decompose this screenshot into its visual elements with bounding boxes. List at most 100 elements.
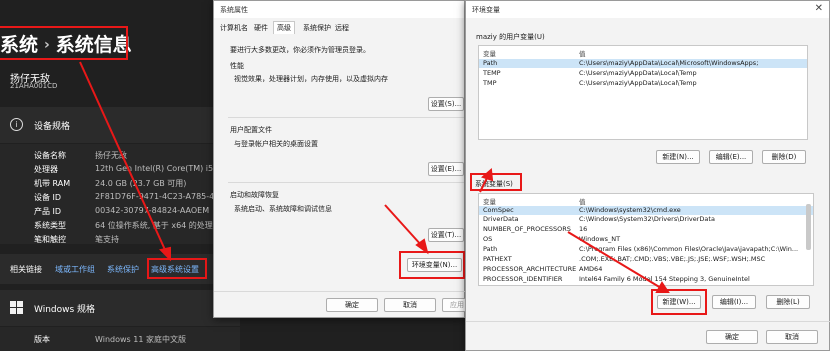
dialog-title: 环境变量 <box>472 6 500 14</box>
spec-key: 笔和触控 <box>34 235 66 244</box>
spec-value: 扬仔无敌 <box>95 151 127 160</box>
list-item[interactable]: PATHEXT .COM;.EXE;.BAT;.CMD;.VBS;.VBE;.J… <box>479 255 813 264</box>
var-value: C:\Windows\System32\Drivers\DriverData <box>579 215 715 223</box>
tab-computer-name[interactable]: 计算机名 <box>220 23 248 33</box>
spec-key: 版本 <box>34 335 50 344</box>
var-value: 16 <box>579 225 588 233</box>
cancel-button[interactable]: 取消 <box>384 298 436 312</box>
tab-advanced[interactable]: 高级 <box>273 21 295 34</box>
list-item[interactable]: PROCESSOR_IDENTIFIER Intel64 Family 6 Mo… <box>479 275 813 284</box>
windows-logo-icon <box>10 301 23 314</box>
spec-row: 笔和触控 笔支持 <box>0 234 240 246</box>
tab-remote[interactable]: 远程 <box>335 23 349 33</box>
profile-desc: 与登录帐户相关的桌面设置 <box>234 140 318 148</box>
divider <box>214 291 466 292</box>
tab-hardware[interactable]: 硬件 <box>254 23 268 33</box>
info-icon: i <box>10 118 23 131</box>
user-vars-list[interactable]: 变量 值 Path C:\Users\maziy\AppData\Local\M… <box>478 45 808 140</box>
var-value: C:\Windows\system32\cmd.exe <box>579 206 681 214</box>
windows-spec-header[interactable]: Windows 规格 <box>0 290 240 326</box>
highlight-box-system-vars <box>470 173 522 191</box>
spec-row: 产品 ID 00342-30797-84824-AAOEM <box>0 206 240 218</box>
startup-settings-button[interactable]: 设置(T)... <box>428 228 464 242</box>
device-spec-body: 设备名称 扬仔无敌 处理器 12th Gen Intel(R) Core(TM) i… <box>0 144 240 244</box>
admin-note: 要进行大多数更改，你必须作为管理员登录。 <box>230 46 370 54</box>
var-name: TMP <box>483 79 497 87</box>
spec-key: 设备名称 <box>34 151 66 160</box>
scrollbar[interactable] <box>806 204 811 250</box>
var-value: AMD64 <box>579 265 603 273</box>
cancel-button[interactable]: 取消 <box>766 330 818 344</box>
list-item[interactable]: Path C:\Program Files (x86)\Common Files… <box>479 245 813 254</box>
perf-settings-button[interactable]: 设置(S)... <box>428 97 464 111</box>
list-item[interactable]: ComSpec C:\Windows\system32\cmd.exe <box>479 206 813 215</box>
link-domain-workgroup[interactable]: 域或工作组 <box>55 264 95 275</box>
environment-variables-dialog: 环境变量 ✕ maziy 的用户变量(U) 变量 值 Path C:\Users… <box>465 0 830 351</box>
list-item[interactable]: Path C:\Users\maziy\AppData\Local\Micros… <box>479 59 807 68</box>
system-delete-button[interactable]: 删除(L) <box>766 295 810 309</box>
divider <box>228 117 464 118</box>
var-name: ComSpec <box>483 206 514 214</box>
spec-row: 设备 ID 2F81D76F-9471-4C23-A785-4736 <box>0 192 240 204</box>
list-header: 变量 值 <box>479 48 807 58</box>
list-item[interactable]: PROCESSOR_ARCHITECTURE AMD64 <box>479 265 813 274</box>
spec-key: 设备 ID <box>34 193 62 202</box>
system-properties-dialog: 系统属性 计算机名 硬件 高级 系统保护 远程 要进行大多数更改，你必须作为管理… <box>213 0 472 318</box>
user-vars-group-label: maziy 的用户变量(U) <box>476 33 545 41</box>
link-system-protection[interactable]: 系统保护 <box>107 264 139 275</box>
device-spec-header[interactable]: i 设备规格 <box>0 107 240 143</box>
spec-value: 2F81D76F-9471-4C23-A785-4736 <box>95 192 230 201</box>
ok-button[interactable]: 确定 <box>706 330 758 344</box>
var-name: PROCESSOR_ARCHITECTURE <box>483 265 577 273</box>
highlight-box-advanced-settings <box>147 258 207 279</box>
divider <box>228 182 464 183</box>
spec-value: 12th Gen Intel(R) Core(TM) i5-124 <box>95 164 232 173</box>
var-name: DriverData <box>483 215 519 223</box>
var-name: TEMP <box>483 69 501 77</box>
user-edit-button[interactable]: 编辑(E)... <box>709 150 753 164</box>
profile-settings-button[interactable]: 设置(E)... <box>428 162 464 176</box>
spec-value: 64 位操作系统, 基于 x64 的处理器 <box>95 221 221 230</box>
highlight-box-new-button <box>651 289 707 315</box>
list-header: 变量 值 <box>479 196 813 206</box>
list-item[interactable]: OS Windows_NT <box>479 235 813 244</box>
windows-spec-body: 版本 Windows 11 家庭中文版 <box>0 327 240 351</box>
highlight-box-env-vars <box>399 251 465 279</box>
spec-value: 24.0 GB (23.7 GB 可用) <box>95 179 187 188</box>
ok-button[interactable]: 确定 <box>326 298 378 312</box>
system-vars-list[interactable]: 变量 值 ComSpec C:\Windows\system32\cmd.exe… <box>478 193 814 286</box>
spec-row: 处理器 12th Gen Intel(R) Core(TM) i5-124 <box>0 164 240 176</box>
col-header-value[interactable]: 值 <box>579 48 586 58</box>
spec-value: Windows 11 家庭中文版 <box>95 335 186 344</box>
spec-row: 版本 Windows 11 家庭中文版 <box>0 334 240 346</box>
tab-system-protection[interactable]: 系统保护 <box>303 23 331 33</box>
list-item[interactable]: DriverData C:\Windows\System32\Drivers\D… <box>479 215 813 224</box>
user-new-button[interactable]: 新建(N)... <box>656 150 700 164</box>
col-header-value[interactable]: 值 <box>579 196 586 206</box>
spec-key: 产品 ID <box>34 207 62 216</box>
user-delete-button[interactable]: 删除(D) <box>762 150 806 164</box>
spec-value: 笔支持 <box>95 235 119 244</box>
system-edit-button[interactable]: 编辑(I)... <box>712 295 756 309</box>
list-item[interactable]: NUMBER_OF_PROCESSORS 16 <box>479 225 813 234</box>
var-name: PATHEXT <box>483 255 512 263</box>
dialog-title: 系统属性 <box>220 6 248 14</box>
var-name: NUMBER_OF_PROCESSORS <box>483 225 571 233</box>
spec-key: 系统类型 <box>34 221 66 230</box>
list-item[interactable]: TEMP C:\Users\maziy\AppData\Local\Temp <box>479 69 807 78</box>
list-item[interactable]: TMP C:\Users\maziy\AppData\Local\Temp <box>479 79 807 88</box>
title-bar: 环境变量 ✕ <box>466 1 829 18</box>
var-value: C:\Users\maziy\AppData\Local\Microsoft\W… <box>579 59 759 67</box>
close-icon[interactable]: ✕ <box>815 3 823 14</box>
var-name: Path <box>483 59 498 67</box>
perf-title: 性能 <box>230 62 244 70</box>
col-header-variable[interactable]: 变量 <box>483 48 496 58</box>
title-bar: 系统属性 <box>214 1 464 18</box>
col-header-variable[interactable]: 变量 <box>483 196 496 206</box>
var-value: .COM;.EXE;.BAT;.CMD;.VBS;.VBE;.JS;.JSE;.… <box>579 255 766 263</box>
profile-title: 用户配置文件 <box>230 126 272 134</box>
var-name: OS <box>483 235 493 243</box>
related-links-label: 相关链接 <box>10 265 42 274</box>
startup-desc: 系统启动、系统故障和调试信息 <box>234 205 332 213</box>
var-value: C:\Users\maziy\AppData\Local\Temp <box>579 69 697 77</box>
